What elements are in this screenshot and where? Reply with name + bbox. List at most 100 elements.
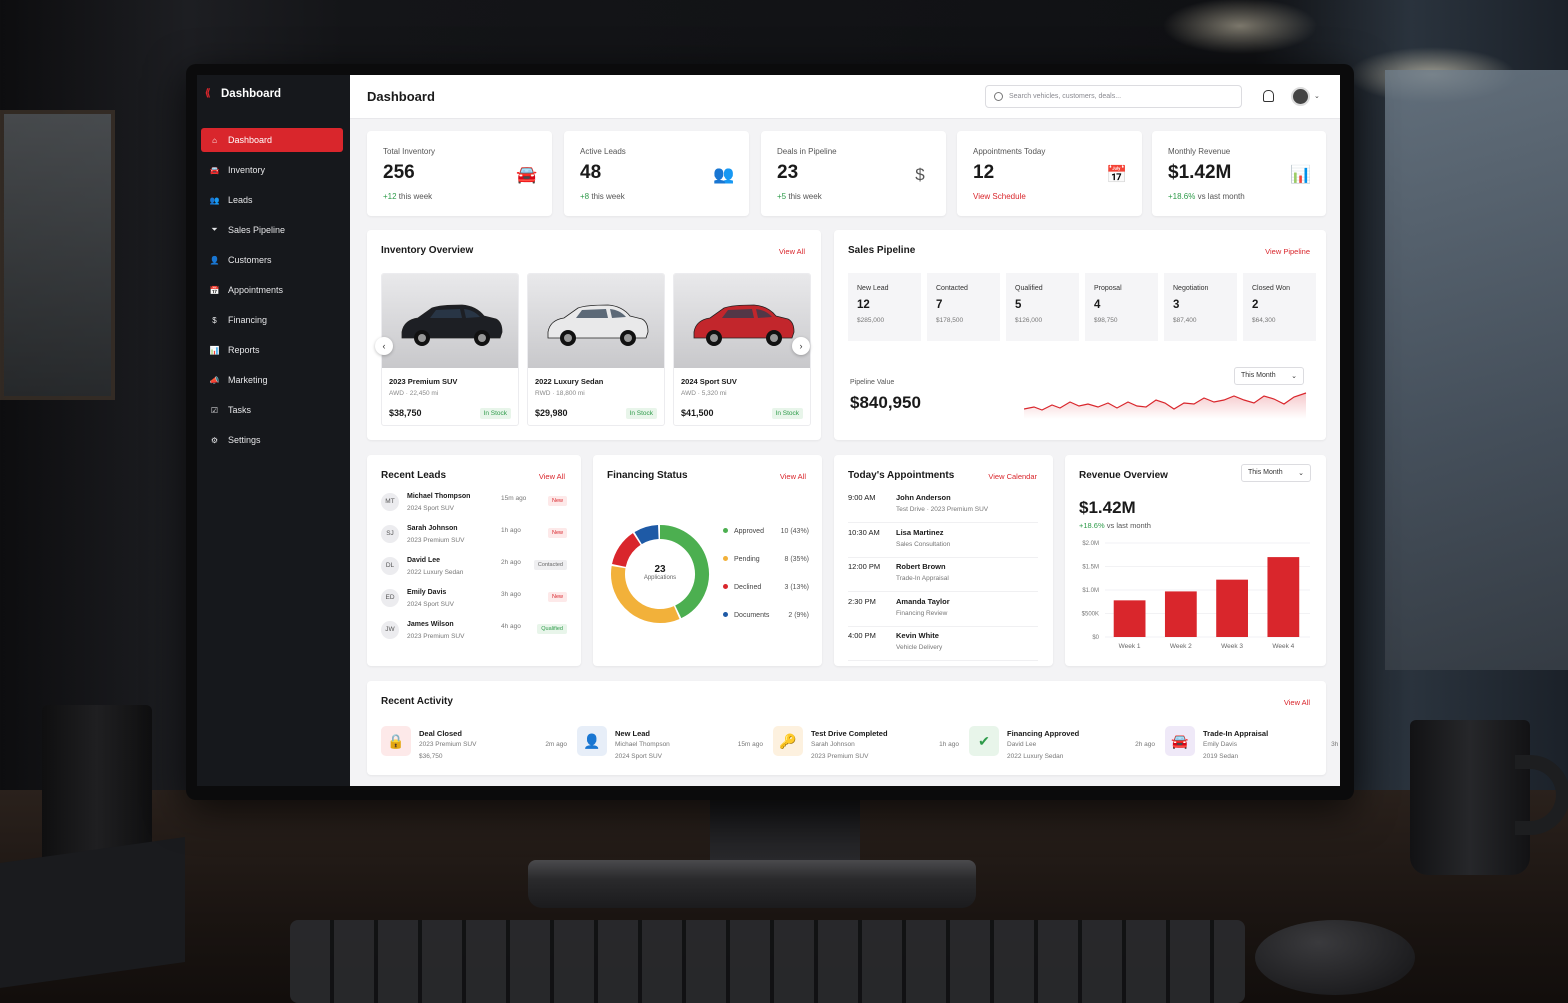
appointment-row[interactable]: 4:00 PM Kevin White Vehicle Delivery — [848, 631, 1038, 661]
activity-time: 15m ago — [737, 741, 763, 748]
sidebar-item-sales-pipeline[interactable]: ⏷ Sales Pipeline — [201, 218, 343, 242]
avatar: ED — [381, 589, 399, 607]
stage-name: Negotiation — [1173, 285, 1209, 292]
view-calendar-link[interactable]: View Calendar — [988, 472, 1037, 481]
vehicle-price: $29,980 — [535, 408, 568, 418]
vehicle-card[interactable]: 2023 Premium SUV AWD · 22,450 mi $38,750 In… — [381, 273, 519, 426]
vehicle-card[interactable]: 2024 Sport SUV AWD · 5,320 mi $41,500 In St… — [673, 273, 811, 426]
sidebar-item-dashboard[interactable]: ⌂ Dashboard — [201, 128, 343, 152]
activity-item[interactable]: 🚘 Trade-In Appraisal Emily Davis 2019 Sedan… — [1165, 726, 1340, 766]
appointments-title: Today's Appointments — [848, 470, 955, 481]
sidebar-item-marketing[interactable]: 📣 Marketing — [201, 368, 343, 392]
inventory-view-all-link[interactable]: View All — [779, 247, 805, 256]
financing-title: Financing Status — [607, 470, 688, 481]
revenue-bar[interactable] — [1267, 557, 1300, 637]
donut-segment-documents[interactable] — [634, 525, 660, 545]
kpi-card-total-inventory: Total Inventory 256 +12 this week 🚘 — [367, 131, 552, 216]
kpi-label: Monthly Revenue — [1168, 147, 1231, 156]
appointment-row[interactable]: 12:00 PM Robert Brown Trade-In Appraisal — [848, 562, 1038, 592]
activity-item[interactable]: 🔑 Test Drive Completed Sarah Johnson 2023 P… — [773, 726, 959, 766]
appointment-row[interactable]: 9:00 AM John Anderson Test Drive · 2023 Pr… — [848, 493, 1038, 523]
appointment-desc: Trade-In Appraisal — [896, 575, 949, 582]
sidebar-item-label: Reports — [228, 345, 260, 355]
sidebar-item-settings[interactable]: ⚙ Settings — [201, 428, 343, 452]
pipeline-stage-proposal[interactable]: Proposal 4 $98,750 — [1085, 273, 1158, 341]
stage-count: 4 — [1094, 299, 1101, 311]
pipeline-stage-negotiation[interactable]: Negotiation 3 $87,400 — [1164, 273, 1237, 341]
revenue-bar[interactable] — [1113, 600, 1146, 637]
lead-row[interactable]: MT Michael Thompson 2024 Sport SUV 15m ago N… — [381, 493, 567, 523]
pipeline-stage-closed-won[interactable]: Closed Won 2 $64,300 — [1243, 273, 1316, 341]
activity-view-all-link[interactable]: View All — [1284, 698, 1310, 707]
x-tick-label: Week 3 — [1221, 643, 1243, 650]
carousel-prev-button[interactable]: ‹ — [375, 337, 393, 355]
funnel-icon: ⏷ — [211, 225, 218, 234]
x-tick-label: Week 1 — [1119, 643, 1141, 650]
view-schedule-link[interactable]: View Schedule — [973, 192, 1026, 201]
sidebar-item-customers[interactable]: 👤 Customers — [201, 248, 343, 272]
carousel-next-button[interactable]: › — [792, 337, 810, 355]
leads-view-all-link[interactable]: View All — [539, 472, 565, 481]
activity-item[interactable]: ✔ Financing Approved David Lee 2022 Luxury … — [969, 726, 1155, 766]
kpi-value: $1.42M — [1168, 162, 1232, 183]
revenue-period-select[interactable]: This Month ⌄ — [1241, 464, 1311, 482]
stage-value: $64,300 — [1252, 317, 1276, 324]
donut-center: 23 Applications — [609, 564, 711, 581]
activity-title: Deal Closed — [419, 729, 462, 738]
sidebar-item-financing[interactable]: $ Financing — [201, 308, 343, 332]
kpi-label: Deals in Pipeline — [777, 147, 837, 156]
pipeline-stage-new-lead[interactable]: New Lead 12 $285,000 — [848, 273, 921, 341]
pipeline-stage-qualified[interactable]: Qualified 5 $126,000 — [1006, 273, 1079, 341]
lead-row[interactable]: SJ Sarah Johnson 2023 Premium SUV 1h ago New — [381, 525, 567, 555]
status-badge: Contacted — [533, 560, 567, 570]
kpi-delta-text: this week — [786, 192, 822, 201]
chevron-down-icon[interactable]: ⌄ — [1314, 92, 1320, 100]
sidebar: ⟪ Dashboard ⌂ Dashboard 🚘 Inventory 👥 Leads ⏷ S… — [197, 75, 350, 786]
pipeline-period-select[interactable]: This Month ⌄ — [1234, 367, 1304, 385]
vehicle-card[interactable]: 2022 Luxury Sedan RWD · 18,800 mi $29,980 I… — [527, 273, 665, 426]
revenue-bar[interactable] — [1216, 579, 1248, 637]
checklist-icon: ☑ — [210, 405, 219, 415]
financing-status-card: Financing Status View All 23 Application… — [593, 455, 822, 666]
activity-title: New Lead — [615, 729, 651, 738]
lead-time: 15m ago — [501, 495, 527, 502]
appointment-row[interactable]: 2:30 PM Amanda Taylor Financing Review — [848, 597, 1038, 627]
todays-appointments-card: Today's Appointments View Calendar 9:00 … — [834, 455, 1053, 666]
appointment-row[interactable]: 10:30 AM Lisa Martinez Sales Consultation — [848, 528, 1038, 558]
pipeline-stage-contacted[interactable]: Contacted 7 $178,500 — [927, 273, 1000, 341]
appointment-name: Robert Brown — [896, 562, 946, 571]
user-icon: 👤 — [577, 726, 607, 756]
sidebar-item-reports[interactable]: 📊 Reports — [201, 338, 343, 362]
status-badge: New — [547, 496, 567, 506]
pipeline-title: Sales Pipeline — [848, 245, 916, 256]
avatar[interactable] — [1291, 87, 1310, 106]
activity-item[interactable]: 🔒 Deal Closed 2023 Premium SUV $36,750 2m ag… — [381, 726, 567, 766]
activity-title: Financing Approved — [1007, 729, 1080, 738]
legend-dot — [723, 584, 728, 589]
lead-name: James Wilson — [407, 621, 454, 628]
activity-item[interactable]: 👤 New Lead Michael Thompson 2024 Sport SUV 1… — [577, 726, 763, 766]
y-tick-label: $0 — [1092, 635, 1099, 641]
activity-title: Trade-In Appraisal — [1203, 729, 1269, 738]
activity-detail: Emily Davis — [1203, 741, 1237, 748]
activity-detail: David Lee — [1007, 741, 1037, 748]
lead-time: 2h ago — [501, 559, 521, 566]
lead-row[interactable]: ED Emily Davis 2024 Sport SUV 3h ago New — [381, 589, 567, 619]
bell-icon[interactable] — [1263, 90, 1274, 102]
lock-icon: 🔒 — [381, 726, 411, 756]
sidebar-item-appointments[interactable]: 📅 Appointments — [201, 278, 343, 302]
revenue-bar[interactable] — [1164, 591, 1197, 637]
sidebar-item-tasks[interactable]: ☑ Tasks — [201, 398, 343, 422]
stage-name: New Lead — [857, 285, 889, 292]
lead-row[interactable]: JW James Wilson 2023 Premium SUV 4h ago Qual… — [381, 621, 567, 651]
sidebar-item-leads[interactable]: 👥 Leads — [201, 188, 343, 212]
financing-view-all-link[interactable]: View All — [780, 472, 806, 481]
activity-detail: Sarah Johnson — [811, 741, 855, 748]
search-input[interactable]: Search vehicles, customers, deals... — [985, 85, 1242, 108]
donut-segment-declined[interactable] — [612, 533, 641, 568]
lead-row[interactable]: DL David Lee 2022 Luxury Sedan 2h ago Contac… — [381, 557, 567, 587]
sidebar-item-inventory[interactable]: 🚘 Inventory — [201, 158, 343, 182]
view-pipeline-link[interactable]: View Pipeline — [1265, 247, 1310, 256]
brand[interactable]: ⟪ Dashboard — [205, 88, 281, 100]
stage-name: Proposal — [1094, 285, 1122, 292]
